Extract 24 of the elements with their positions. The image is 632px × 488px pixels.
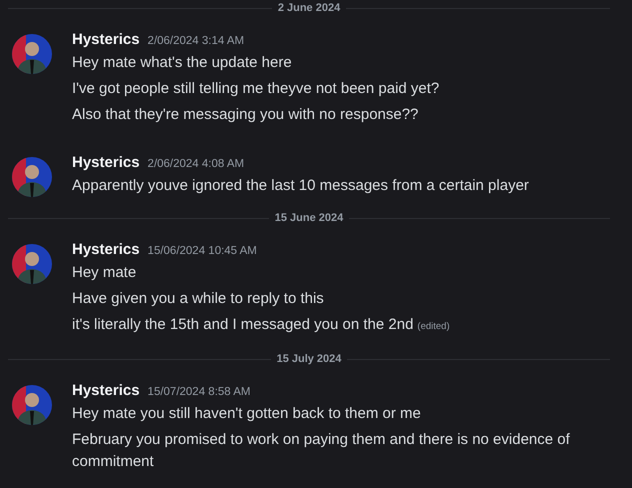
avatar[interactable] [12, 385, 52, 425]
timestamp: 15/06/2024 10:45 AM [148, 245, 257, 257]
author-name[interactable]: Hysterics [72, 382, 140, 399]
message-text: Have given you a while to reply to this [72, 289, 325, 309]
message-text: I've got people still telling me theyve not been paid yet? [72, 79, 440, 99]
message-text: Hey mate you still haven't gotten back to them or me [72, 404, 422, 424]
author-name[interactable]: Hysterics [72, 154, 140, 171]
avatar[interactable] [12, 244, 52, 284]
avatar[interactable] [12, 34, 52, 74]
timestamp: 15/07/2024 8:58 AM [148, 386, 250, 398]
date-divider-label: 2 June 2024 [278, 2, 340, 14]
message-text: it's literally the 15th and I messaged you on the 2nd (edited) [72, 315, 450, 335]
message-text: Also that they're messaging you with no response?? [72, 105, 420, 125]
message-text: Hey mate what's the update here [72, 53, 293, 73]
message-text: Hey mate [72, 263, 138, 283]
message-text: Apparently youve ignored the last 10 messages from a certain player [72, 176, 529, 196]
date-divider-label: 15 July 2024 [276, 353, 342, 365]
message-text: February you promised to work on paying them and there is no evidence of commitment [72, 430, 571, 472]
timestamp: 2/06/2024 4:08 AM [148, 158, 244, 170]
timestamp: 2/06/2024 3:14 AM [148, 35, 244, 47]
author-name[interactable]: Hysterics [72, 31, 140, 48]
date-divider-label: 15 June 2024 [274, 212, 344, 224]
author-name[interactable]: Hysterics [72, 241, 140, 258]
avatar[interactable] [12, 157, 52, 197]
